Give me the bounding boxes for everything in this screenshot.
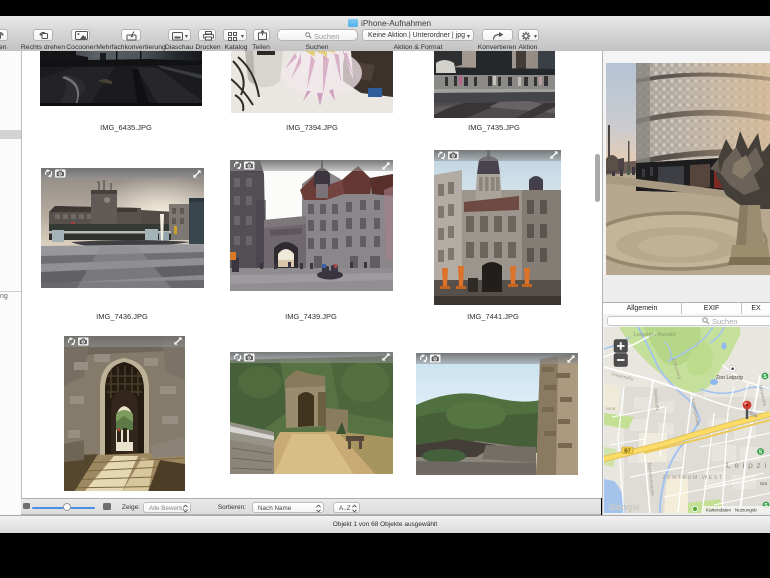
- svg-text:B7: B7: [624, 448, 631, 454]
- svg-text:Leipzi: Leipzi: [726, 460, 770, 470]
- svg-text:Leipziger Auwald: Leipziger Auwald: [634, 332, 676, 338]
- svg-text:S: S: [759, 450, 763, 456]
- svg-text:Kartendaten Nutzungsb: Kartendaten Nutzungsb: [706, 508, 757, 513]
- svg-text:S: S: [763, 374, 767, 380]
- svg-text:rena: rena: [606, 406, 616, 411]
- svg-text:Google: Google: [609, 502, 640, 512]
- svg-text:Uni: Uni: [760, 481, 767, 486]
- svg-text:ZENTRUM-WEST: ZENTRUM-WEST: [662, 475, 723, 481]
- svg-text:Zoo Leipzig: Zoo Leipzig: [716, 375, 743, 381]
